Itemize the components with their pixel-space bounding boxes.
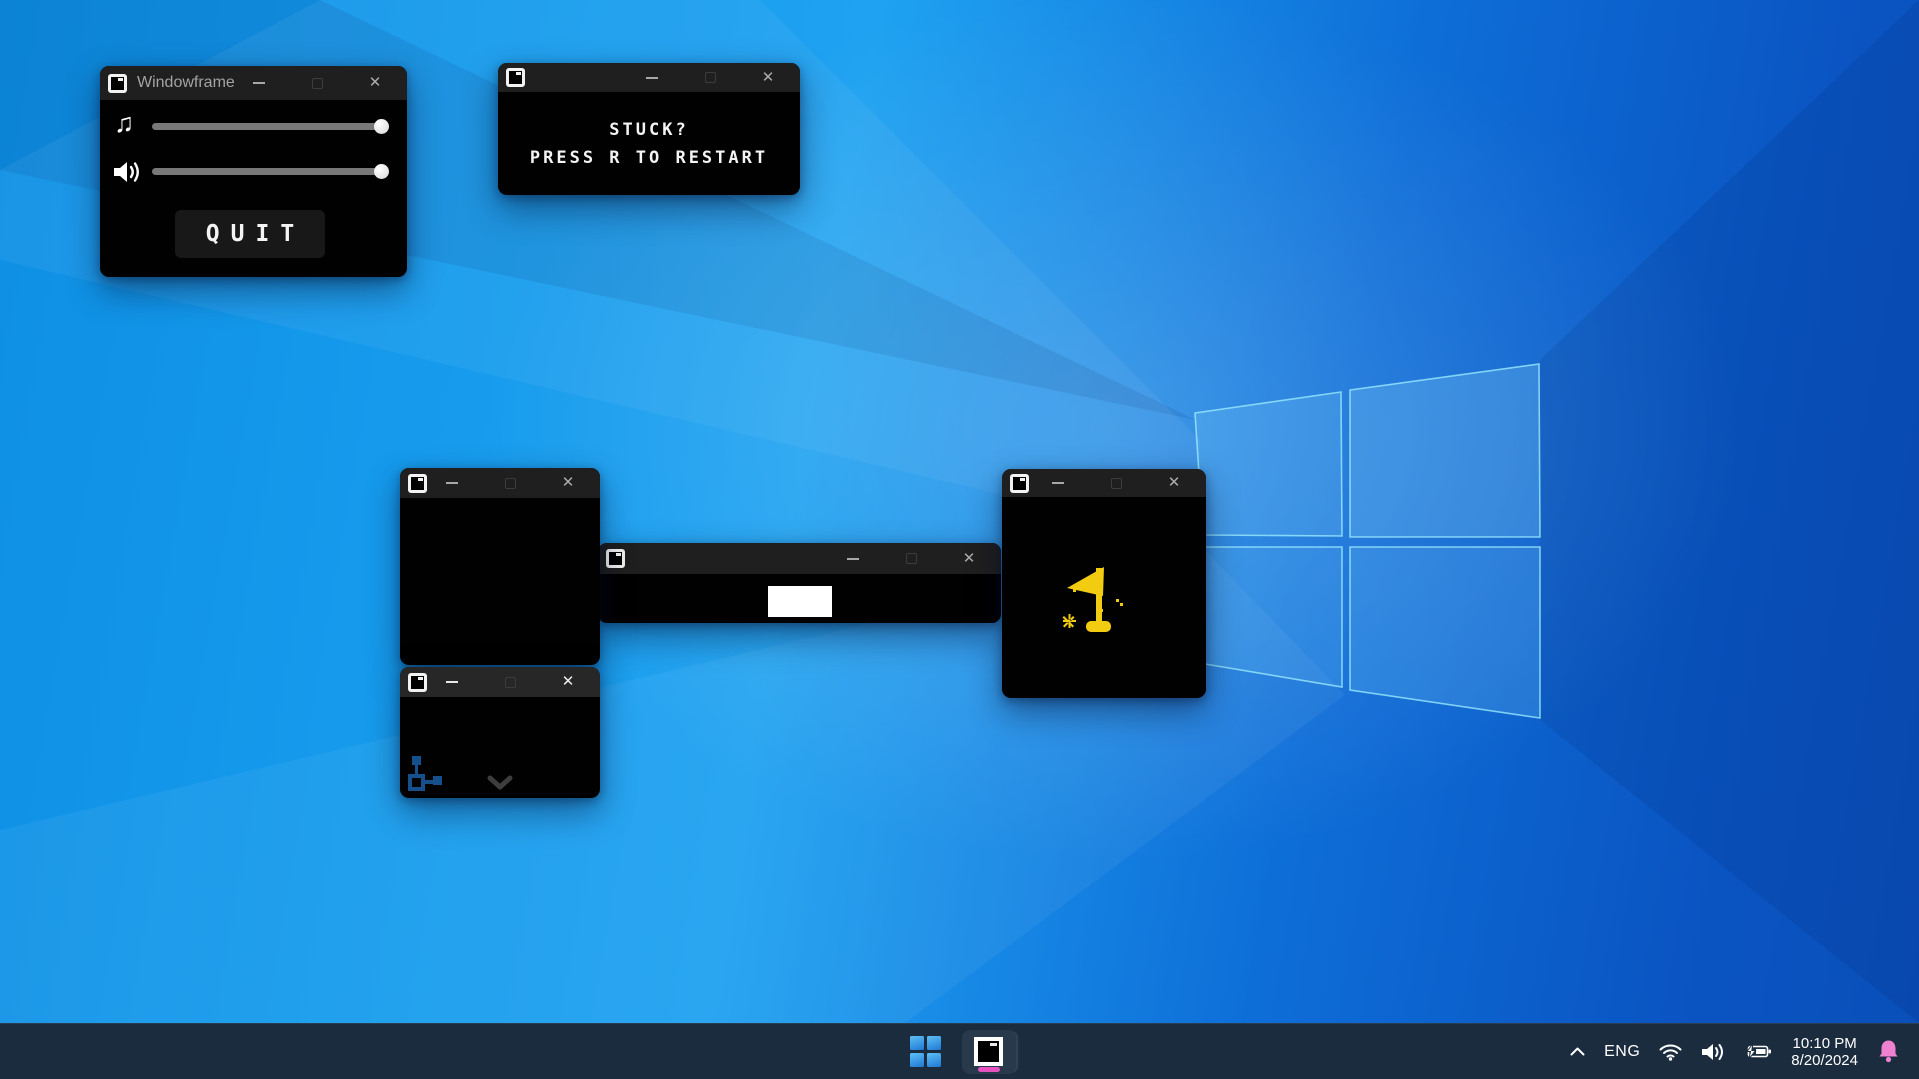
desktop-wallpaper: Windowframe ✕ ♫ [0,0,1919,1023]
chevron-up-icon [1569,1046,1586,1057]
stuck-hint-line1: STUCK? [498,116,800,144]
volume-tray-button[interactable] [1692,1024,1736,1079]
taskbar-center-icons [904,1024,1016,1079]
window-title: Windowframe [137,74,235,92]
sound-volume-slider-handle[interactable] [374,164,389,179]
windows-logo-watermark [1195,364,1540,718]
tall-window-titlebar[interactable]: ✕ [400,468,600,498]
window-frame-icon [506,68,525,87]
clock[interactable]: 10:10 PM 8/20/2024 [1781,1024,1868,1079]
goal-flag-sprite [1060,559,1126,637]
maximize-button[interactable] [1110,477,1122,489]
sound-volume-row [100,157,407,187]
settings-window: Windowframe ✕ ♫ [100,66,407,277]
player-window-titlebar[interactable]: ✕ [400,667,600,697]
maximize-button[interactable] [504,477,516,489]
window-frame-icon [1010,474,1029,493]
active-app-indicator [978,1067,1000,1072]
close-button[interactable]: ✕ [1168,477,1180,489]
stuck-hint-line2: PRESS R TO RESTART [498,144,800,172]
minimize-button[interactable] [446,676,458,688]
settings-window-titlebar[interactable]: Windowframe ✕ [100,66,407,100]
speaker-icon [112,159,144,185]
music-volume-slider-handle[interactable] [374,119,389,134]
maximize-button[interactable] [704,72,716,84]
maximize-button[interactable] [311,77,323,89]
player-character-sprite [406,755,444,795]
stuck-window-body: STUCK? PRESS R TO RESTART [498,92,800,195]
goal-flag-window: ✕ [1002,469,1206,698]
stuck-hint-window: ✕ STUCK? PRESS R TO RESTART [498,63,800,195]
quit-button[interactable]: QUIT [175,210,325,258]
maximize-button[interactable] [504,676,516,688]
maximize-button[interactable] [905,553,917,565]
window-frame-icon [108,74,127,93]
clock-date: 8/20/2024 [1791,1052,1858,1069]
notification-bell-icon [1877,1039,1900,1064]
wifi-tray-button[interactable] [1649,1024,1692,1079]
empty-tall-window: ✕ [400,468,600,665]
stuck-hint-text: STUCK? PRESS R TO RESTART [498,116,800,172]
window-frame-icon [408,474,427,493]
close-button[interactable]: ✕ [762,72,774,84]
close-button[interactable]: ✕ [963,553,975,565]
player-window-body [400,697,600,798]
battery-tray-button[interactable] [1736,1024,1781,1079]
tray-overflow-button[interactable] [1560,1024,1595,1079]
window-frame-icon [408,673,427,692]
close-button[interactable]: ✕ [369,77,381,89]
minimize-button[interactable] [253,77,265,89]
windows-start-icon [910,1036,941,1067]
language-indicator[interactable]: ENG [1595,1024,1649,1079]
windowframe-app-button[interactable] [962,1030,1016,1074]
wifi-icon [1658,1042,1683,1061]
system-tray: ENG 10:10 PM [1560,1024,1919,1079]
sound-volume-slider[interactable] [152,168,382,175]
flag-window-titlebar[interactable]: ✕ [1002,469,1206,497]
window-frame-icon [606,549,625,568]
notification-center-button[interactable] [1868,1024,1909,1079]
flag-window-body [1002,497,1206,698]
chevron-down-icon [486,774,514,792]
ledge-window-titlebar[interactable]: ✕ [598,543,1001,574]
music-note-icon: ♫ [114,108,134,138]
ledge-window: ✕ [598,543,1001,623]
minimize-button[interactable] [646,72,658,84]
taskbar: ENG 10:10 PM [0,1023,1919,1079]
volume-icon [1701,1042,1727,1062]
battery-charging-icon [1745,1043,1772,1060]
ledge-window-body [598,574,1001,623]
white-platform-block [768,586,832,617]
music-volume-slider[interactable] [152,123,382,130]
close-button[interactable]: ✕ [562,477,574,489]
start-button[interactable] [904,1030,948,1074]
minimize-button[interactable] [1052,477,1064,489]
settings-window-body: ♫ QUIT [100,100,407,277]
clock-time: 10:10 PM [1793,1035,1857,1052]
minimize-button[interactable] [847,553,859,565]
player-window: ✕ [400,667,600,798]
stuck-window-titlebar[interactable]: ✕ [498,63,800,92]
windowframe-app-icon [974,1037,1003,1066]
tall-window-body [400,498,600,665]
close-button[interactable]: ✕ [562,676,574,688]
music-volume-row: ♫ [100,112,407,142]
minimize-button[interactable] [446,477,458,489]
wallpaper-shadow-right [1540,0,1919,1023]
